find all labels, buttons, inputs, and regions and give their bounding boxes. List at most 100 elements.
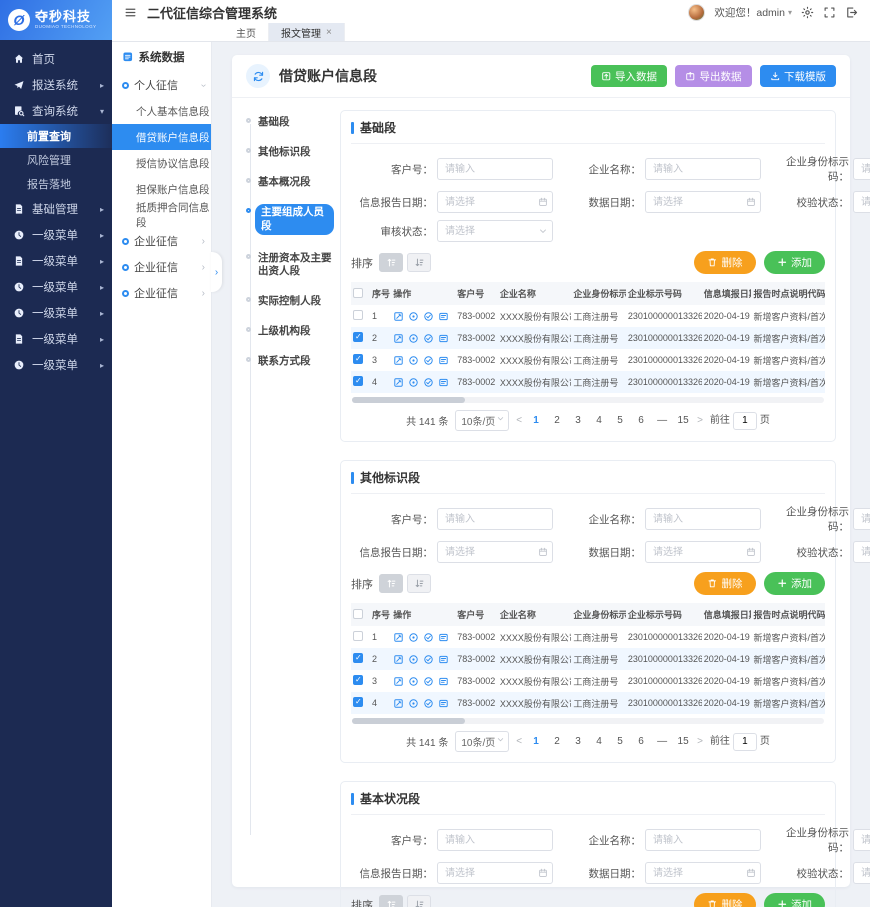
add-button[interactable]: 添加 [764,572,826,595]
导入数据-button[interactable]: 导入数据 [591,65,668,87]
table-row[interactable]: 1783-0002XXXX股份有限公司工商注册号2301000000133268… [351,305,825,327]
text-input[interactable] [853,508,870,530]
collapse-handle[interactable]: › [211,252,222,292]
sidebar-item[interactable]: 一级菜单▸ [0,300,112,326]
detail-icon[interactable] [408,632,419,643]
text-input[interactable] [437,829,553,851]
sort-desc-button[interactable] [407,574,431,593]
page-number[interactable]: 2 [550,415,564,426]
detail-icon[interactable] [408,311,419,322]
page-number[interactable]: 4 [592,415,606,426]
tree-group[interactable]: 企业征信› [112,280,211,306]
user-menu[interactable]: 欢迎您！admin ▾ [714,5,792,20]
anchor-item[interactable]: 注册资本及主要出资人段 [246,252,334,278]
edit-icon[interactable] [393,355,404,366]
sidebar-subitem[interactable]: 前置查询 [0,124,112,148]
row-checkbox[interactable] [353,354,363,364]
verify-icon[interactable] [423,355,434,366]
edit-icon[interactable] [393,333,404,344]
page-number[interactable]: 3 [571,415,585,426]
horizontal-scrollbar[interactable] [352,397,824,403]
date-input[interactable] [437,862,553,884]
record-icon[interactable] [438,333,449,344]
scrollbar-thumb[interactable] [352,397,465,403]
tree-group[interactable]: 企业征信› [112,254,211,280]
record-icon[interactable] [438,377,449,388]
sort-desc-button[interactable] [407,253,431,272]
sidebar-item[interactable]: 一级菜单▸ [0,352,112,378]
delete-button[interactable]: 删除 [694,893,756,907]
next-page-button[interactable]: > [697,736,703,747]
record-icon[interactable] [438,676,449,687]
row-checkbox[interactable] [353,675,363,685]
sidebar-item[interactable]: 一级菜单▸ [0,274,112,300]
verify-icon[interactable] [423,698,434,709]
page-number[interactable]: — [655,736,669,747]
table-row[interactable]: 4783-0002XXXX股份有限公司工商注册号2301000000133268… [351,371,825,393]
tree-leaf[interactable]: 抵质押合同信息段 [112,202,211,228]
detail-icon[interactable] [408,698,419,709]
record-icon[interactable] [438,654,449,665]
detail-icon[interactable] [408,676,419,687]
table-row[interactable]: 3783-0002XXXX股份有限公司工商注册号2301000000133268… [351,670,825,692]
row-checkbox[interactable] [353,697,363,707]
detail-icon[interactable] [408,355,419,366]
date-input[interactable] [645,862,761,884]
edit-icon[interactable] [393,311,404,322]
verify-icon[interactable] [423,311,434,322]
table-row[interactable]: 2783-0002XXXX股份有限公司工商注册号2301000000133268… [351,648,825,670]
record-icon[interactable] [438,632,449,643]
select-all-checkbox[interactable] [353,609,363,619]
page-number[interactable]: 5 [613,415,627,426]
edit-icon[interactable] [393,698,404,709]
page-number[interactable]: 15 [676,415,690,426]
tree-leaf[interactable]: 授信协议信息段 [112,150,211,176]
select-input[interactable] [853,541,870,563]
logout-icon[interactable] [845,6,858,19]
row-checkbox[interactable] [353,310,363,320]
sidebar-item[interactable]: 一级菜单▸ [0,248,112,274]
text-input[interactable] [645,508,761,530]
detail-icon[interactable] [408,333,419,344]
row-checkbox[interactable] [353,653,363,663]
page-size-select[interactable]: 10条/页 [455,731,509,752]
scrollbar-thumb[interactable] [352,718,465,724]
add-button[interactable]: 添加 [764,893,826,907]
table-row[interactable]: 3783-0002XXXX股份有限公司工商注册号2301000000133268… [351,349,825,371]
page-number[interactable]: 4 [592,736,606,747]
sidebar-item[interactable]: 一级菜单▸ [0,222,112,248]
record-icon[interactable] [438,311,449,322]
anchor-item[interactable]: 基本概况段 [246,176,334,189]
sort-asc-button[interactable] [379,574,403,593]
row-checkbox[interactable] [353,631,363,641]
text-input[interactable] [853,829,870,851]
anchor-item[interactable]: 实际控制人段 [246,295,334,308]
anchor-item[interactable]: 主要组成人员段 [246,206,334,234]
record-icon[interactable] [438,355,449,366]
page-number[interactable]: 6 [634,736,648,747]
sort-asc-button[interactable] [379,253,403,272]
verify-icon[interactable] [423,333,434,344]
anchor-item[interactable]: 基础段 [246,116,334,129]
avatar[interactable] [688,4,705,21]
text-input[interactable] [437,508,553,530]
hamburger-icon[interactable] [124,6,137,19]
date-input[interactable] [645,191,761,213]
anchor-item[interactable]: 其他标识段 [246,146,334,159]
date-input[interactable] [437,541,553,563]
prev-page-button[interactable]: < [516,415,522,426]
table-row[interactable]: 4783-0002XXXX股份有限公司工商注册号2301000000133268… [351,692,825,714]
text-input[interactable] [853,158,870,180]
edit-icon[interactable] [393,632,404,643]
goto-page-input[interactable] [733,412,757,430]
page-number[interactable]: 5 [613,736,627,747]
fullscreen-icon[interactable] [823,6,836,19]
sidebar-item[interactable]: 查询系统▾ [0,98,112,124]
detail-icon[interactable] [408,654,419,665]
sidebar-subitem[interactable]: 报告落地 [0,172,112,196]
close-icon[interactable]: × [326,27,332,38]
select-input[interactable] [437,220,553,242]
verify-icon[interactable] [423,632,434,643]
row-checkbox[interactable] [353,332,363,342]
tree-group[interactable]: 企业征信› [112,228,211,254]
